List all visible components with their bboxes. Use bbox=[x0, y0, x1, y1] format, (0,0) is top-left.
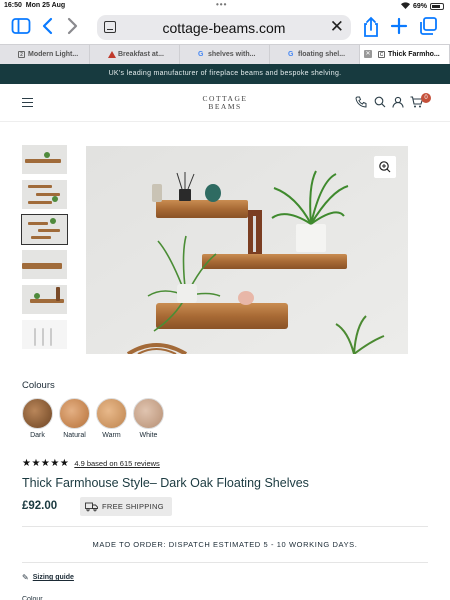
swatch-circle[interactable] bbox=[22, 398, 53, 429]
forward-icon[interactable] bbox=[61, 16, 83, 38]
sizing-guide-link[interactable]: ✎ Sizing guide bbox=[22, 573, 74, 582]
status-bar: 16:50 Mon 25 Aug ••• 69% bbox=[0, 0, 450, 12]
swatch-label: Warm bbox=[102, 432, 121, 439]
sizing-guide-label[interactable]: Sizing guide bbox=[33, 574, 74, 581]
shelf-thumb bbox=[25, 159, 61, 163]
star-rating-icon: ★★★★★ bbox=[22, 458, 70, 469]
google-favicon-icon: G bbox=[198, 51, 204, 58]
bracket-thumb bbox=[50, 328, 52, 346]
tabs-icon[interactable] bbox=[417, 16, 439, 38]
thumbnail[interactable] bbox=[22, 180, 67, 209]
plant-thumb bbox=[34, 293, 40, 299]
shelf-thumb bbox=[56, 287, 60, 301]
product-photo bbox=[86, 146, 408, 354]
swatch-natural[interactable]: Natural bbox=[59, 398, 90, 439]
swatch-dark[interactable]: Dark bbox=[22, 398, 53, 439]
close-tab-icon[interactable]: ✕ bbox=[364, 50, 372, 58]
zoom-button[interactable] bbox=[374, 156, 396, 178]
site-logo[interactable]: COTTAGE BEAMS bbox=[175, 95, 275, 111]
tab-label: Thick Farmho... bbox=[388, 51, 440, 58]
product-price: £92.00 bbox=[22, 500, 58, 512]
colours-label: Colours bbox=[22, 380, 55, 391]
shelf-thumb bbox=[28, 201, 52, 204]
divider bbox=[22, 526, 428, 527]
favicon-icon: C bbox=[378, 51, 385, 58]
bracket-thumb bbox=[34, 328, 36, 346]
tab-label: shelves with... bbox=[208, 51, 256, 58]
back-icon[interactable] bbox=[37, 16, 59, 38]
favicon-icon: 2 bbox=[18, 51, 25, 58]
clear-url-icon[interactable]: ✕ bbox=[330, 17, 344, 37]
search-icon[interactable] bbox=[374, 95, 388, 109]
next-section-label: Colour bbox=[22, 596, 43, 600]
sidebar-icon[interactable] bbox=[10, 16, 32, 38]
swatch-circle[interactable] bbox=[96, 398, 127, 429]
browser-tab[interactable]: G shelves with... bbox=[180, 45, 270, 64]
site-header: COTTAGE BEAMS bbox=[0, 84, 450, 122]
dispatch-notice: MADE TO ORDER: DISPATCH ESTIMATED 5 - 10… bbox=[92, 540, 358, 549]
swatch-circle[interactable] bbox=[133, 398, 164, 429]
browser-tab-active[interactable]: ✕ C Thick Farmho... bbox=[360, 45, 450, 64]
share-icon[interactable] bbox=[360, 16, 382, 38]
shipping-label: FREE SHIPPING bbox=[102, 502, 164, 511]
swatch-label: Dark bbox=[30, 432, 45, 439]
swatch-label: White bbox=[139, 432, 158, 439]
tab-label: floating shel... bbox=[298, 51, 346, 58]
status-time: 16:50 Mon 25 Aug bbox=[4, 2, 66, 9]
swatch-warm[interactable]: Warm bbox=[96, 398, 127, 439]
browser-tab[interactable]: 2 Modern Light... bbox=[0, 45, 90, 64]
truck-icon bbox=[85, 502, 98, 512]
thumbnail-selected[interactable] bbox=[21, 214, 68, 245]
free-shipping-badge: FREE SHIPPING bbox=[80, 497, 172, 516]
bracket-thumb bbox=[42, 328, 44, 346]
reviews-link[interactable]: 4.9 based on 615 reviews bbox=[74, 459, 159, 468]
ruler-icon: ✎ bbox=[22, 573, 29, 582]
tab-label: Modern Light... bbox=[28, 51, 79, 58]
plant-thumb bbox=[52, 196, 58, 202]
thumbnail[interactable] bbox=[22, 320, 67, 349]
logo-line-2: BEAMS bbox=[208, 102, 242, 111]
colour-swatches: Dark Natural Warm White bbox=[22, 398, 165, 439]
shelf-thumb bbox=[28, 185, 52, 188]
address-bar[interactable]: cottage-beams.com ✕ bbox=[97, 15, 351, 40]
shelf-thumb bbox=[28, 222, 48, 225]
shelf-thumb bbox=[38, 229, 60, 232]
new-tab-icon[interactable] bbox=[388, 16, 410, 38]
battery-percent: 69% bbox=[412, 3, 427, 10]
multitasking-dots[interactable]: ••• bbox=[216, 0, 227, 9]
swatch-label: Natural bbox=[63, 432, 86, 439]
url-text[interactable]: cottage-beams.com bbox=[97, 20, 351, 36]
plant-thumb bbox=[44, 152, 50, 158]
divider bbox=[22, 562, 428, 563]
phone-icon[interactable] bbox=[355, 95, 369, 109]
product-title: Thick Farmhouse Style– Dark Oak Floating… bbox=[22, 476, 309, 490]
shelf-thumb bbox=[22, 263, 62, 269]
zoom-icon bbox=[379, 161, 391, 173]
cart-count-badge[interactable]: 0 bbox=[421, 93, 431, 103]
browser-tab[interactable]: Breakfast at... bbox=[90, 45, 180, 64]
shelf-thumb bbox=[31, 236, 51, 239]
swatch-circle[interactable] bbox=[59, 398, 90, 429]
battery-icon bbox=[430, 3, 444, 10]
favicon-icon bbox=[108, 51, 116, 58]
thumbnail[interactable] bbox=[22, 145, 67, 174]
plant-thumb bbox=[50, 218, 56, 224]
menu-icon[interactable] bbox=[22, 98, 33, 107]
announcement-bar: UK's leading manufacturer of fireplace b… bbox=[0, 64, 450, 84]
tab-label: Breakfast at... bbox=[118, 51, 164, 58]
product-main-image[interactable] bbox=[86, 146, 408, 354]
swatch-white[interactable]: White bbox=[133, 398, 164, 439]
browser-tab[interactable]: G floating shel... bbox=[270, 45, 360, 64]
status-right: 69% bbox=[400, 2, 444, 11]
product-rating: ★★★★★ 4.9 based on 615 reviews bbox=[22, 458, 160, 469]
browser-tab-bar: 2 Modern Light... Breakfast at... G shel… bbox=[0, 44, 450, 64]
thumbnail[interactable] bbox=[22, 285, 67, 314]
account-icon[interactable] bbox=[392, 95, 406, 109]
image-thumbnails bbox=[21, 145, 68, 355]
thumbnail[interactable] bbox=[22, 250, 67, 279]
wifi-icon bbox=[400, 2, 410, 11]
google-favicon-icon: G bbox=[288, 51, 294, 58]
browser-toolbar: cottage-beams.com ✕ bbox=[0, 12, 450, 44]
